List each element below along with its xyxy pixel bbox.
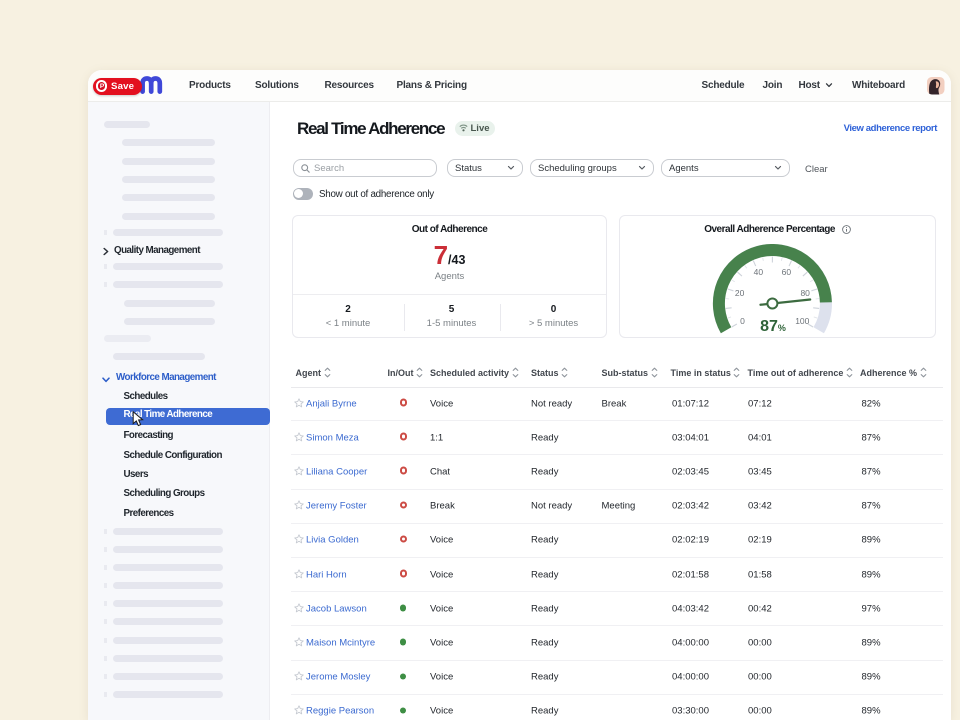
- svg-text:20: 20: [735, 288, 745, 298]
- svg-text:87%: 87%: [760, 318, 786, 335]
- svg-text:0: 0: [740, 316, 745, 326]
- svg-text:40: 40: [754, 267, 764, 277]
- svg-text:80: 80: [800, 288, 810, 298]
- svg-text:100: 100: [795, 316, 809, 326]
- svg-text:60: 60: [782, 267, 792, 277]
